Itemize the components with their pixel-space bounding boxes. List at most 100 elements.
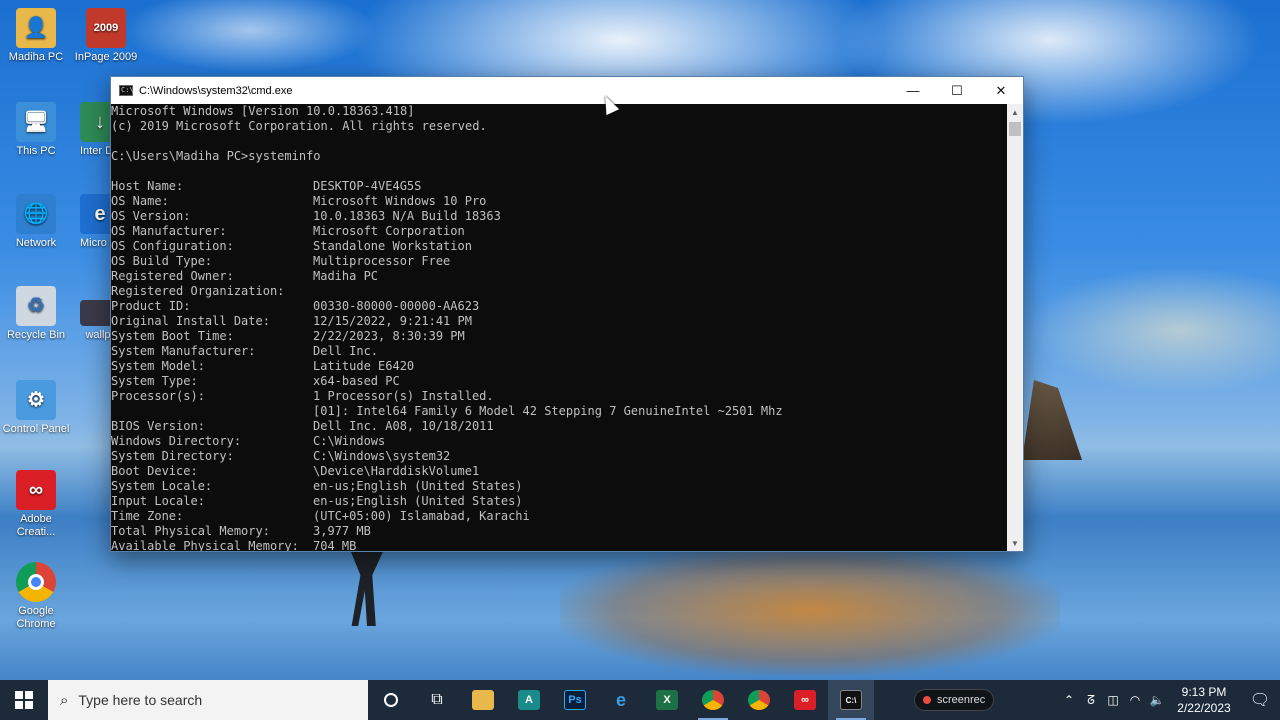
taskbar: ⌕ Type here to search ⧉ A Ps e X ∞ C:\ s… bbox=[0, 680, 1280, 720]
scroll-up-arrow-icon[interactable]: ▲ bbox=[1007, 104, 1023, 120]
desktop-icon-google-chrome[interactable]: Google Chrome bbox=[0, 562, 72, 631]
desktop-icon-this-pc[interactable]: 🖥 This PC bbox=[0, 102, 72, 158]
sysinfo-key: Total Physical Memory: bbox=[111, 524, 270, 538]
minimize-button[interactable]: — bbox=[891, 77, 935, 104]
sysinfo-key: Original Install Date: bbox=[111, 314, 270, 328]
taskbar-adobe-cc[interactable]: ∞ bbox=[782, 680, 828, 720]
sysinfo-key: OS Configuration: bbox=[111, 239, 234, 253]
sysinfo-row: Product ID: 00330-80000-00000-AA623 bbox=[111, 299, 1007, 314]
sysinfo-key: OS Name: bbox=[111, 194, 169, 208]
sysinfo-value: Standalone Workstation bbox=[313, 239, 472, 253]
cortana-circle-icon bbox=[384, 693, 398, 707]
network-status-icon[interactable]: ◫ bbox=[1102, 693, 1124, 707]
chrome-icon bbox=[16, 562, 56, 602]
sysinfo-key: BIOS Version: bbox=[111, 419, 205, 433]
desktop-icon-control-panel[interactable]: ⚙ Control Panel bbox=[0, 380, 72, 436]
sysinfo-row: OS Name: Microsoft Windows 10 Pro bbox=[111, 194, 1007, 209]
sysinfo-value: Dell Inc. A08, 10/18/2011 bbox=[313, 419, 494, 433]
sysinfo-row: Registered Organization: bbox=[111, 284, 1007, 299]
sysinfo-row: System Locale: en-us;English (United Stat… bbox=[111, 479, 1007, 494]
sysinfo-row: Processor(s): 1 Processor(s) Installed. bbox=[111, 389, 1007, 404]
wifi-icon[interactable]: ◠ bbox=[1124, 693, 1146, 707]
sysinfo-key: System Manufacturer: bbox=[111, 344, 256, 358]
sysinfo-key: System Locale: bbox=[111, 479, 213, 493]
taskbar-chrome-2[interactable] bbox=[736, 680, 782, 720]
wallpaper-figure bbox=[349, 548, 385, 626]
cmd-app-icon[interactable]: C:\ bbox=[119, 85, 134, 96]
scroll-thumb[interactable] bbox=[1009, 122, 1021, 136]
sysinfo-row: Registered Owner: Madiha PC bbox=[111, 269, 1007, 284]
taskbar-cmd[interactable]: C:\ bbox=[828, 680, 874, 720]
start-button[interactable] bbox=[0, 680, 48, 720]
sysinfo-key: OS Version: bbox=[111, 209, 191, 223]
sysinfo-key: OS Manufacturer: bbox=[111, 224, 227, 238]
sysinfo-row: System Manufacturer: Dell Inc. bbox=[111, 344, 1007, 359]
console-output[interactable]: Microsoft Windows [Version 10.0.18363.41… bbox=[111, 104, 1007, 551]
task-view-button[interactable]: ⧉ bbox=[414, 680, 460, 720]
sysinfo-row: OS Version: 10.0.18363 N/A Build 18363 bbox=[111, 209, 1007, 224]
sysinfo-value: 12/15/2022, 9:21:41 PM bbox=[313, 314, 472, 328]
sysinfo-value: Latitude E6420 bbox=[313, 359, 415, 373]
taskbar-edge[interactable]: e bbox=[598, 680, 644, 720]
user-folder-icon: 👤 bbox=[16, 8, 56, 48]
taskbar-app-teal[interactable]: A bbox=[506, 680, 552, 720]
sysinfo-key: Processor(s): bbox=[111, 389, 205, 403]
wallpaper-sunset-reflection bbox=[560, 545, 1060, 675]
search-placeholder: Type here to search bbox=[78, 692, 203, 708]
sysinfo-key: System Boot Time: bbox=[111, 329, 234, 343]
sysinfo-row: Available Physical Memory: 704 MB bbox=[111, 539, 1007, 551]
taskbar-search-box[interactable]: ⌕ Type here to search bbox=[48, 680, 368, 720]
people-icon[interactable]: ᘔ bbox=[1080, 693, 1102, 708]
sysinfo-value: x64-based PC bbox=[313, 374, 400, 388]
cmd-titlebar[interactable]: C:\ C:\Windows\system32\cmd.exe — ☐ ✕ bbox=[111, 77, 1023, 104]
desktop-icon-madiha-pc[interactable]: 👤 Madiha PC bbox=[0, 8, 72, 64]
excel-icon: X bbox=[656, 690, 678, 710]
sysinfo-key: Available Physical Memory: bbox=[111, 539, 299, 551]
sysinfo-row: Host Name: DESKTOP-4VE4G5S bbox=[111, 179, 1007, 194]
sysinfo-key: System Model: bbox=[111, 359, 205, 373]
taskbar-file-explorer[interactable] bbox=[460, 680, 506, 720]
sysinfo-key: System Type: bbox=[111, 374, 198, 388]
taskbar-excel[interactable]: X bbox=[644, 680, 690, 720]
sysinfo-value: DESKTOP-4VE4G5S bbox=[313, 179, 422, 193]
desktop-icon-adobe-creative[interactable]: ∞ Adobe Creati... bbox=[0, 470, 72, 539]
desktop-icon-network[interactable]: 🌐 Network bbox=[0, 194, 72, 250]
sysinfo-row: Time Zone: (UTC+05:00) Islamabad, Karachi bbox=[111, 509, 1007, 524]
vertical-scrollbar[interactable]: ▲ ▼ bbox=[1007, 104, 1023, 551]
taskbar-clock[interactable]: 9:13 PM 2/22/2023 bbox=[1168, 684, 1240, 716]
volume-icon[interactable]: 🔈 bbox=[1146, 693, 1168, 707]
action-center-button[interactable]: 🗨 bbox=[1240, 690, 1280, 710]
desktop-icon-recycle-bin[interactable]: ♻ Recycle Bin bbox=[0, 286, 72, 342]
sysinfo-key: Registered Owner: bbox=[111, 269, 234, 283]
sysinfo-row: BIOS Version: Dell Inc. A08, 10/18/2011 bbox=[111, 419, 1007, 434]
sysinfo-key: Registered Organization: bbox=[111, 284, 285, 298]
cmd-window[interactable]: C:\ C:\Windows\system32\cmd.exe — ☐ ✕ Mi… bbox=[110, 76, 1024, 552]
show-hidden-icons-button[interactable]: ⌃ bbox=[1058, 693, 1080, 707]
scroll-down-arrow-icon[interactable]: ▼ bbox=[1007, 535, 1023, 551]
sysinfo-key: System Directory: bbox=[111, 449, 234, 463]
screenrec-logo-icon bbox=[923, 696, 931, 704]
close-button[interactable]: ✕ bbox=[979, 77, 1023, 104]
sysinfo-row: Boot Device: \Device\HarddiskVolume1 bbox=[111, 464, 1007, 479]
sysinfo-key: Host Name: bbox=[111, 179, 184, 193]
taskbar-chrome-1[interactable] bbox=[690, 680, 736, 720]
sysinfo-value: 10.0.18363 N/A Build 18363 bbox=[313, 209, 501, 223]
sysinfo-row: System Model: Latitude E6420 bbox=[111, 359, 1007, 374]
sysinfo-value: 1 Processor(s) Installed. bbox=[313, 389, 494, 403]
sysinfo-key: Time Zone: bbox=[111, 509, 184, 523]
sysinfo-key: Windows Directory: bbox=[111, 434, 242, 448]
taskbar-photoshop[interactable]: Ps bbox=[552, 680, 598, 720]
desktop-icon-inpage[interactable]: 2009 InPage 2009 bbox=[70, 8, 142, 64]
sysinfo-row: OS Configuration: Standalone Workstation bbox=[111, 239, 1007, 254]
sysinfo-value: [01]: Intel64 Family 6 Model 42 Stepping… bbox=[313, 404, 783, 418]
maximize-button[interactable]: ☐ bbox=[935, 77, 979, 104]
sysinfo-value: Dell Inc. bbox=[313, 344, 379, 358]
sysinfo-value: Madiha PC bbox=[313, 269, 379, 283]
sysinfo-row: [01]: Intel64 Family 6 Model 42 Stepping… bbox=[111, 404, 1007, 419]
recycle-bin-icon: ♻ bbox=[16, 286, 56, 326]
sysinfo-key: Product ID: bbox=[111, 299, 191, 313]
screenrec-badge: screenrec bbox=[914, 689, 995, 711]
cortana-button[interactable] bbox=[368, 680, 414, 720]
chrome-icon bbox=[748, 690, 770, 710]
console-line: Microsoft Windows [Version 10.0.18363.41… bbox=[111, 104, 415, 118]
